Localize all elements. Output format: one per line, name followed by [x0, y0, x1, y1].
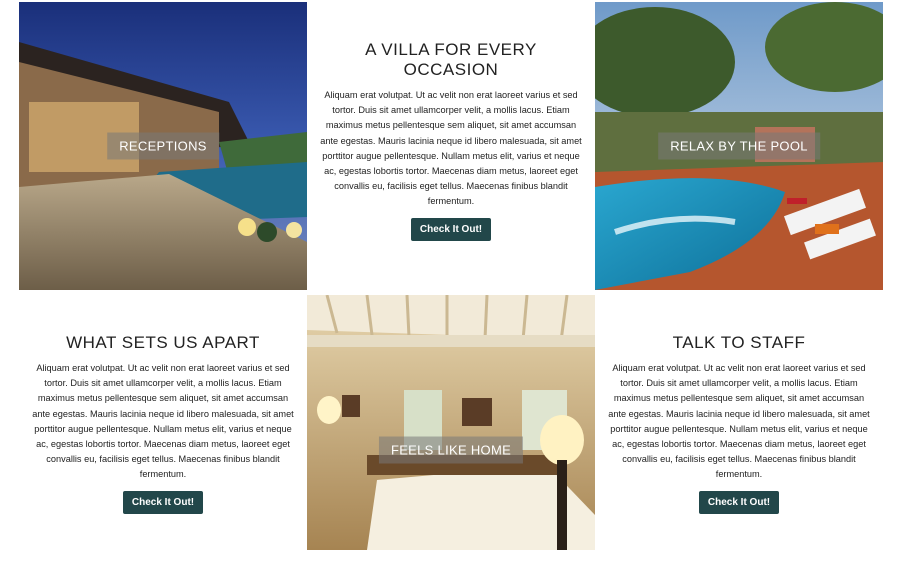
- staff-heading: TALK TO STAFF: [672, 333, 806, 352]
- apart-heading: WHAT SETS US APART: [66, 333, 260, 352]
- apart-text-tile: WHAT SETS US APART Aliquam erat volutpat…: [19, 295, 307, 583]
- villa-body: Aliquam erat volutpat. Ut ac velit non e…: [320, 90, 582, 207]
- apart-check-it-out-button[interactable]: Check It Out!: [122, 490, 204, 514]
- villa-check-it-out-button[interactable]: Check It Out!: [410, 217, 492, 241]
- villa-heading: A VILLA FOR EVERY OCCASION: [365, 40, 537, 79]
- home-image: [307, 295, 595, 550]
- apart-body: Aliquam erat volutpat. Ut ac velit non e…: [32, 363, 294, 480]
- home-caption: FEELS LIKE HOME: [378, 436, 524, 464]
- pool-photo-tile[interactable]: RELAX BY THE POOL: [595, 2, 883, 290]
- staff-body: Aliquam erat volutpat. Ut ac velit non e…: [608, 363, 870, 480]
- pool-caption: RELAX BY THE POOL: [658, 132, 820, 160]
- staff-text-tile: TALK TO STAFF Aliquam erat volutpat. Ut …: [595, 295, 883, 583]
- receptions-photo-tile[interactable]: RECEPTIONS: [19, 2, 307, 290]
- home-photo-tile[interactable]: FEELS LIKE HOME: [307, 295, 595, 550]
- staff-check-it-out-button[interactable]: Check It Out!: [698, 490, 780, 514]
- villa-text-tile: A VILLA FOR EVERY OCCASION Aliquam erat …: [307, 2, 595, 290]
- receptions-caption: RECEPTIONS: [107, 132, 219, 160]
